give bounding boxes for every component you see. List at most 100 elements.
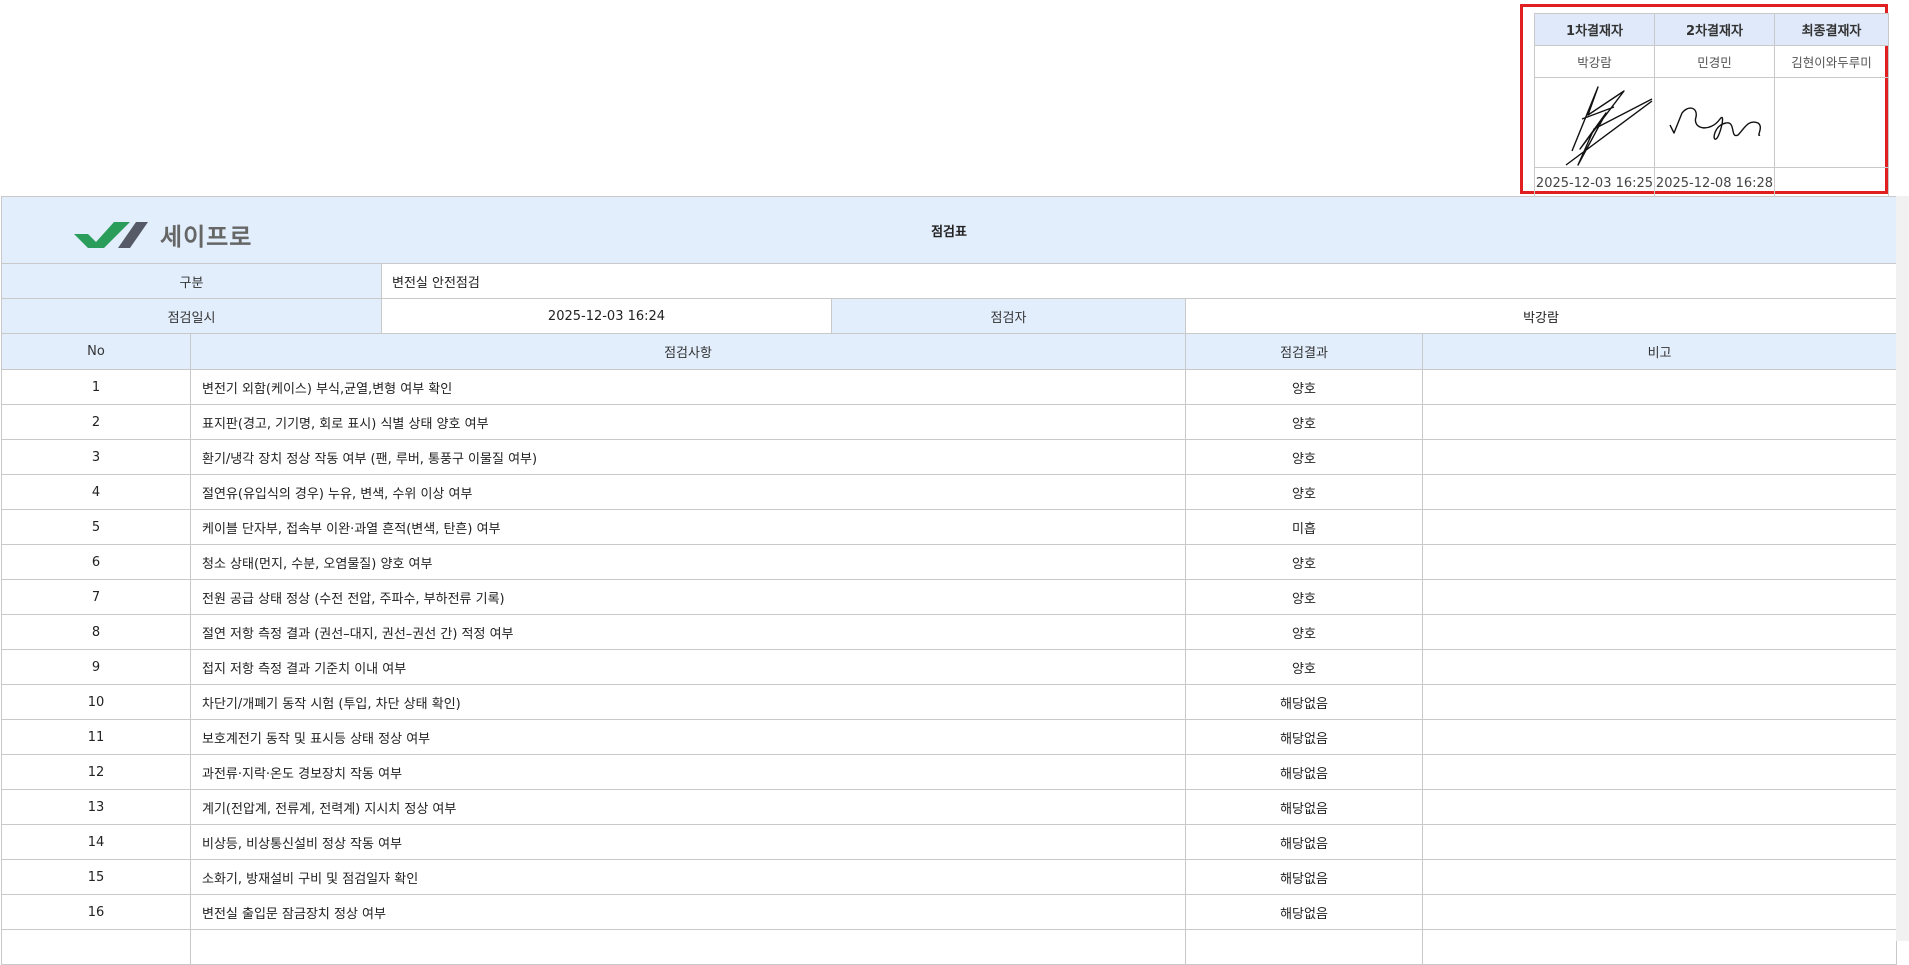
signature-1	[1534, 77, 1655, 168]
table-row: 8 절연 저항 측정 결과 (권선–대지, 권선–권선 간) 적정 여부 양호	[1, 614, 1898, 650]
row-note	[1421, 614, 1898, 650]
row-item: 변전실 출입문 잠금장치 정상 여부	[190, 894, 1186, 930]
approver-header-1: 1차결재자	[1534, 13, 1655, 46]
table-row: 13 계기(전압계, 전류계, 전력계) 지시치 정상 여부 해당없음	[1, 789, 1898, 825]
row-result: 양호	[1185, 474, 1423, 510]
row-result: 해당없음	[1185, 789, 1423, 825]
check-logo-icon	[74, 221, 148, 248]
row-item: 환기/냉각 장치 정상 작동 여부 (팬, 루버, 통풍구 이물질 여부)	[190, 439, 1186, 475]
row-item	[190, 929, 1186, 965]
column-header-item: 점검사항	[190, 333, 1186, 370]
column-header-note: 비고	[1421, 333, 1898, 370]
row-item: 전원 공급 상태 정상 (수전 전압, 주파수, 부하전류 기록)	[190, 579, 1186, 615]
row-result: 양호	[1185, 649, 1423, 685]
row-no: 2	[1, 404, 191, 440]
row-no: 10	[1, 684, 191, 720]
row-no: 7	[1, 579, 191, 615]
signature-2-image	[1668, 106, 1761, 140]
row-no: 11	[1, 719, 191, 755]
form-title: 점검표	[931, 224, 967, 240]
inspection-date-label: 점검일시	[1, 298, 382, 334]
row-result: 양호	[1185, 439, 1423, 475]
row-item: 접지 저항 측정 결과 기준치 이내 여부	[190, 649, 1186, 685]
row-no: 9	[1, 649, 191, 685]
row-no: 5	[1, 509, 191, 545]
table-row: 15 소화기, 방재설비 구비 및 점검일자 확인 해당없음	[1, 859, 1898, 895]
row-result: 미흡	[1185, 509, 1423, 545]
row-no: 16	[1, 894, 191, 930]
row-note	[1421, 719, 1898, 755]
row-no: 13	[1, 789, 191, 825]
table-row: 16 변전실 출입문 잠금장치 정상 여부 해당없음	[1, 894, 1898, 930]
logo-text: 세이프로	[160, 223, 253, 251]
table-row: 5 케이블 단자부, 접속부 이완·과열 흔적(변색, 탄흔) 여부 미흡	[1, 509, 1898, 545]
row-no: 6	[1, 544, 191, 580]
column-header-no: No	[1, 333, 191, 370]
approval-date-2: 2025-12-08 16:28	[1654, 167, 1775, 199]
row-note	[1421, 789, 1898, 825]
row-no: 15	[1, 859, 191, 895]
table-row: 10 차단기/개폐기 동작 시험 (투입, 차단 상태 확인) 해당없음	[1, 684, 1898, 720]
row-result: 해당없음	[1185, 719, 1423, 755]
approver-header-final: 최종결재자	[1774, 13, 1889, 46]
row-result: 해당없음	[1185, 859, 1423, 895]
approval-date-final	[1774, 167, 1889, 199]
row-result: 양호	[1185, 614, 1423, 650]
row-item: 절연유(유입식의 경우) 누유, 변색, 수위 이상 여부	[190, 474, 1186, 510]
row-note	[1421, 509, 1898, 545]
table-row: 9 접지 저항 측정 결과 기준치 이내 여부 양호	[1, 649, 1898, 685]
row-result: 해당없음	[1185, 894, 1423, 930]
company-logo: 세이프로	[74, 217, 252, 252]
row-item: 소화기, 방재설비 구비 및 점검일자 확인	[190, 859, 1186, 895]
row-item: 계기(전압계, 전류계, 전력계) 지시치 정상 여부	[190, 789, 1186, 825]
signature-1-image	[1565, 85, 1652, 166]
table-row: 14 비상등, 비상통신설비 정상 작동 여부 해당없음	[1, 824, 1898, 860]
row-result	[1185, 929, 1423, 965]
column-header-result: 점검결과	[1185, 333, 1423, 370]
table-row: 11 보호계전기 동작 및 표시등 상태 정상 여부 해당없음	[1, 719, 1898, 755]
row-item: 차단기/개폐기 동작 시험 (투입, 차단 상태 확인)	[190, 684, 1186, 720]
approver-name-2: 민경민	[1654, 45, 1775, 78]
row-no: 1	[1, 369, 191, 405]
category-value: 변전실 안전점검	[380, 263, 1898, 299]
approval-date-1: 2025-12-03 16:25	[1534, 167, 1655, 199]
row-no: 3	[1, 439, 191, 475]
approver-name-final: 김현이와두루미	[1774, 45, 1889, 78]
row-result: 양호	[1185, 369, 1423, 405]
row-item: 변전기 외함(케이스) 부식,균열,변형 여부 확인	[190, 369, 1186, 405]
approval-box: 1차결재자 2차결재자 최종결재자 박강람 민경민 김현이와두루미 2025-1…	[1520, 4, 1889, 199]
signature-2	[1654, 77, 1775, 168]
row-result: 해당없음	[1185, 754, 1423, 790]
row-result: 해당없음	[1185, 824, 1423, 860]
row-note	[1421, 929, 1898, 965]
signature-final	[1774, 77, 1889, 168]
inspection-rows: 1 변전기 외함(케이스) 부식,균열,변형 여부 확인 양호 2 표지판(경고, 기기…	[1, 369, 1898, 965]
row-note	[1421, 579, 1898, 615]
category-label: 구분	[1, 263, 382, 299]
table-row	[1, 929, 1898, 965]
table-row: 7 전원 공급 상태 정상 (수전 전압, 주파수, 부하전류 기록) 양호	[1, 579, 1898, 615]
row-note	[1421, 544, 1898, 580]
row-note	[1421, 894, 1898, 930]
table-row: 2 표지판(경고, 기기명, 회로 표시) 식별 상태 양호 여부 양호	[1, 404, 1898, 440]
row-item: 비상등, 비상통신설비 정상 작동 여부	[190, 824, 1186, 860]
row-note	[1421, 684, 1898, 720]
table-row: 12 과전류·지락·온도 경보장치 작동 여부 해당없음	[1, 754, 1898, 790]
approval-table: 1차결재자 2차결재자 최종결재자 박강람 민경민 김현이와두루미 2025-1…	[1534, 13, 1889, 199]
scrollbar-track[interactable]	[1896, 196, 1909, 941]
inspector-value: 박강람	[1184, 298, 1898, 334]
row-no: 14	[1, 824, 191, 860]
row-result: 양호	[1185, 544, 1423, 580]
table-row: 3 환기/냉각 장치 정상 작동 여부 (팬, 루버, 통풍구 이물질 여부) 양호	[1, 439, 1898, 475]
row-note	[1421, 859, 1898, 895]
approver-name-1: 박강람	[1534, 45, 1655, 78]
row-item: 과전류·지락·온도 경보장치 작동 여부	[190, 754, 1186, 790]
table-row: 1 변전기 외함(케이스) 부식,균열,변형 여부 확인 양호	[1, 369, 1898, 405]
form-header: 세이프로 점검표	[0, 196, 1898, 264]
row-no: 8	[1, 614, 191, 650]
row-item: 보호계전기 동작 및 표시등 상태 정상 여부	[190, 719, 1186, 755]
row-note	[1421, 754, 1898, 790]
row-note	[1421, 474, 1898, 510]
row-result: 해당없음	[1185, 684, 1423, 720]
row-note	[1421, 404, 1898, 440]
